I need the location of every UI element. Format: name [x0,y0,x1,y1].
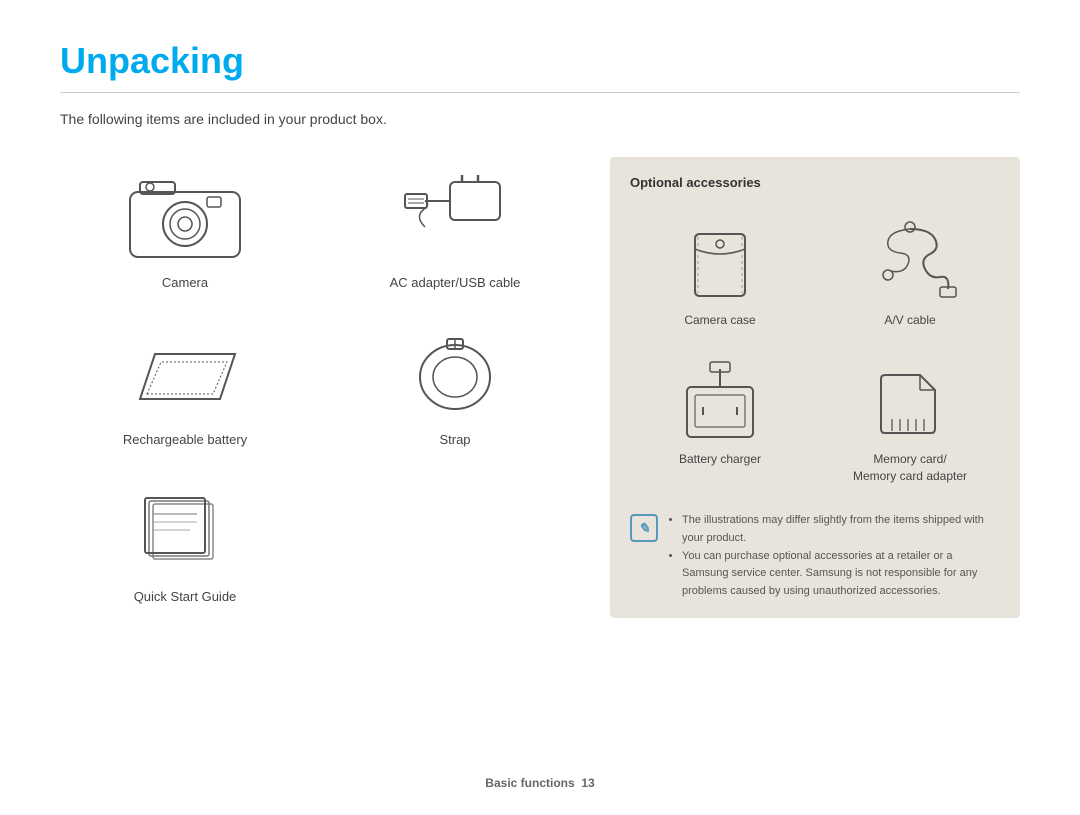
camera-icon-area [120,167,250,267]
opt-av-cable: A/V cable [820,208,1000,337]
page-title: Unpacking [60,40,1020,82]
note-item-1: The illustrations may differ slightly fr… [682,512,1000,547]
battery-charger-label: Battery charger [679,451,761,468]
notes-section: ✎ The illustrations may differ slightly … [630,512,1000,600]
strap-label: Strap [439,432,470,447]
note-item-2: You can purchase optional accessories at… [682,548,1000,601]
item-camera: Camera [60,157,310,304]
guide-icon-area [120,481,250,581]
notes-text: The illustrations may differ slightly fr… [668,512,1000,600]
battery-label: Rechargeable battery [123,432,247,447]
item-strap: Strap [330,314,580,461]
footer-page: 13 [581,776,594,790]
item-ac-adapter: AC adapter/USB cable [330,157,580,304]
main-layout: Camera [60,157,1020,618]
item-battery: Rechargeable battery [60,314,310,461]
opt-memory-card: Memory card/ Memory card adapter [820,347,1000,493]
camera-label: Camera [162,275,208,290]
ac-adapter-icon-area [390,167,520,267]
page-content: Unpacking The following items are includ… [0,0,1080,648]
note-icon: ✎ [630,514,658,542]
title-divider [60,92,1020,93]
memory-card-icon [855,355,965,445]
ac-adapter-label: AC adapter/USB cable [390,275,521,290]
opt-camera-case: Camera case [630,208,810,337]
optional-title: Optional accessories [630,175,1000,190]
battery-icon-area [120,324,250,424]
subtitle: The following items are included in your… [60,111,1020,127]
av-cable-icon [855,216,965,306]
strap-icon-area [390,324,520,424]
item-guide: Quick Start Guide [60,471,310,618]
camera-case-icon [665,216,775,306]
optional-accessories-box: Optional accessories [610,157,1020,618]
included-items-grid: Camera [60,157,580,618]
camera-case-label: Camera case [684,312,755,329]
battery-charger-icon [665,355,775,445]
guide-label: Quick Start Guide [134,589,237,604]
footer: Basic functions 13 [485,776,594,790]
av-cable-label: A/V cable [884,312,935,329]
memory-card-label: Memory card/ Memory card adapter [853,451,967,485]
footer-label: Basic functions [485,776,574,790]
optional-grid: Camera case [630,208,1000,492]
opt-battery-charger: Battery charger [630,347,810,493]
